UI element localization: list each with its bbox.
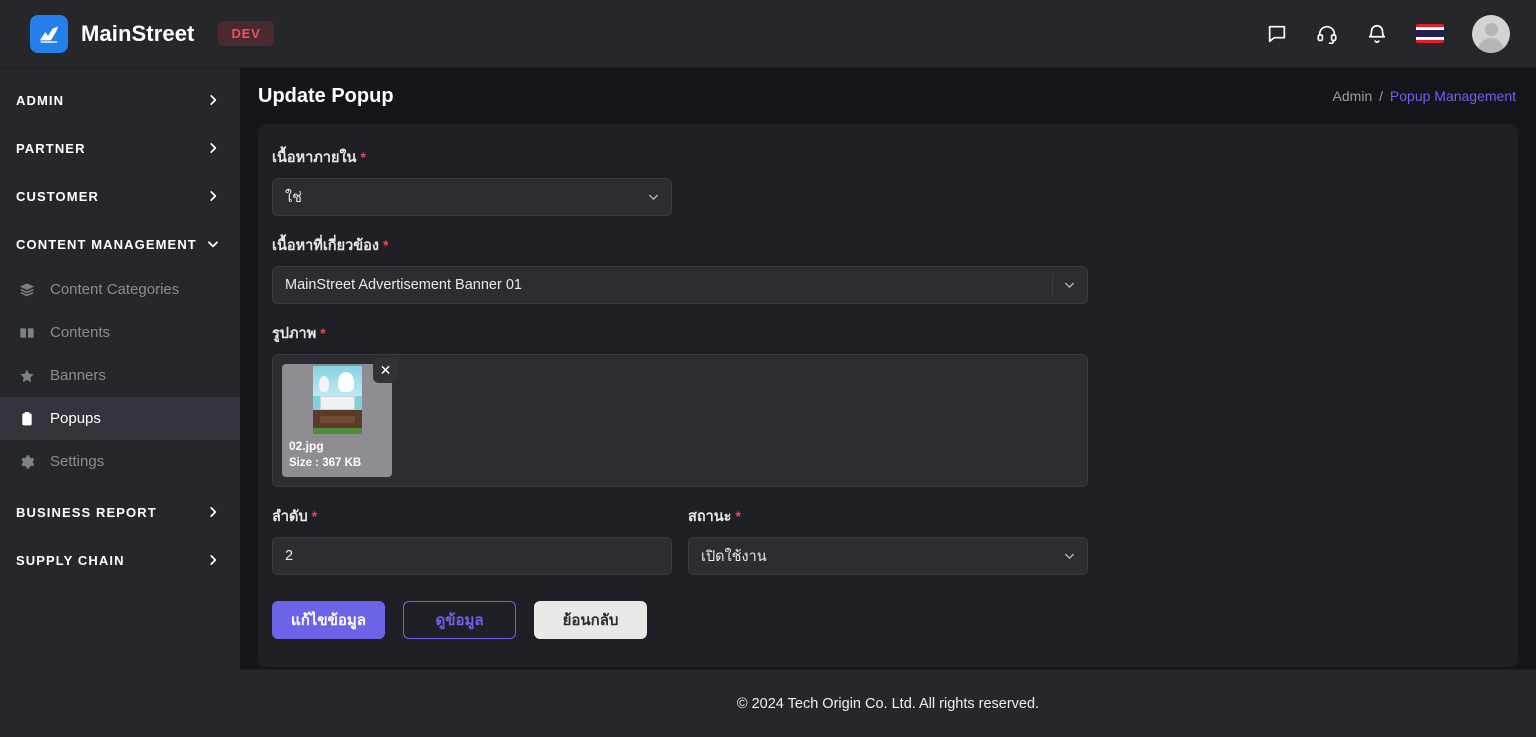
sidebar-item-popups[interactable]: Popups — [0, 397, 240, 440]
chevron-down-icon — [1063, 550, 1076, 563]
thai-flag-icon[interactable] — [1416, 24, 1444, 43]
label-image: รูปภาพ * — [272, 322, 1504, 345]
mainstreet-logo-icon — [30, 14, 68, 53]
related-content-value: MainStreet Advertisement Banner 01 — [285, 277, 522, 293]
chevron-down-icon — [647, 191, 660, 204]
sidebar-item-label: Popups — [50, 410, 101, 427]
clipboard-icon — [18, 411, 36, 427]
breadcrumb-separator: / — [1379, 88, 1384, 104]
sidebar-group-business-report[interactable]: BUSINESS REPORT — [0, 488, 240, 536]
sidebar-item-label: Banners — [50, 367, 106, 384]
page-header: Update Popup Admin / Popup Management — [240, 68, 1536, 124]
back-button[interactable]: ย้อนกลับ — [534, 601, 647, 639]
label-text: เนื้อหาที่เกี่ยวข้อง — [272, 238, 379, 254]
sidebar-item-content-categories[interactable]: Content Categories — [0, 268, 240, 311]
label-status: สถานะ * — [688, 505, 1088, 528]
label-related-content: เนื้อหาที่เกี่ยวข้อง * — [272, 234, 1504, 257]
breadcrumb-root: Admin — [1332, 88, 1373, 104]
top-bar-actions — [1266, 14, 1510, 53]
breadcrumb-current[interactable]: Popup Management — [1390, 88, 1516, 104]
chevron-right-icon — [206, 93, 220, 107]
sidebar-item-label: Content Categories — [50, 281, 180, 298]
top-navigation-bar: MainStreet DEV — [0, 0, 1536, 68]
uploaded-file-card[interactable]: 02.jpg Size : 367 KB ✕ — [282, 358, 398, 477]
notification-bell-icon[interactable] — [1366, 23, 1388, 45]
copyright-text: © 2024 Tech Origin Co. Ltd. All rights r… — [736, 695, 1040, 712]
star-icon — [18, 368, 36, 384]
status-select[interactable]: เปิดใช้งาน — [688, 537, 1088, 575]
label-internal-content: เนื้อหาภายใน * — [272, 146, 1504, 169]
label-text: สถานะ — [688, 509, 732, 525]
environment-badge: DEV — [218, 21, 274, 46]
related-content-select[interactable]: MainStreet Advertisement Banner 01 — [272, 266, 1088, 304]
required-marker: * — [311, 508, 318, 524]
chevron-right-icon — [206, 553, 220, 567]
sidebar-group-label: CUSTOMER — [16, 188, 99, 204]
chevron-down-icon — [1063, 279, 1076, 292]
remove-file-icon[interactable]: ✕ — [373, 358, 398, 383]
order-input[interactable]: 2 — [272, 537, 672, 575]
label-order: ลำดับ * — [272, 505, 672, 528]
image-dropzone[interactable]: 02.jpg Size : 367 KB ✕ — [272, 354, 1088, 487]
internal-content-value: ใช่ — [285, 189, 302, 206]
form-actions: แก้ไขข้อมูล ดูข้อมูล ย้อนกลับ — [272, 597, 1504, 639]
sidebar-group-label: PARTNER — [16, 140, 86, 156]
layers-icon — [18, 282, 36, 298]
sidebar-group-label: BUSINESS REPORT — [16, 504, 157, 520]
main-content-area: Update Popup Admin / Popup Management เน… — [240, 68, 1536, 737]
submit-button[interactable]: แก้ไขข้อมูล — [272, 601, 385, 639]
sidebar-group-partner[interactable]: PARTNER — [0, 124, 240, 172]
sidebar-group-customer[interactable]: CUSTOMER — [0, 172, 240, 220]
page-footer: © 2024 Tech Origin Co. Ltd. All rights r… — [240, 669, 1536, 737]
sidebar-group-label: ADMIN — [16, 92, 65, 108]
status-value: เปิดใช้งาน — [701, 548, 767, 565]
chevron-down-icon — [206, 237, 220, 251]
required-marker: * — [360, 149, 366, 165]
required-marker: * — [382, 237, 389, 253]
sidebar-item-banners[interactable]: Banners — [0, 354, 240, 397]
sidebar-item-label: Settings — [50, 453, 105, 470]
breadcrumb: Admin / Popup Management — [1333, 88, 1516, 104]
sidebar-group-admin[interactable]: ADMIN — [0, 76, 240, 124]
book-icon — [18, 325, 36, 341]
internal-content-select[interactable]: ใช่ — [272, 178, 672, 216]
page-title: Update Popup — [258, 84, 394, 107]
thumbnail-image — [312, 366, 362, 434]
chat-icon[interactable] — [1266, 23, 1288, 45]
field-image: รูปภาพ * 02.jpg Size : 367 KB ✕ — [272, 322, 1504, 487]
sidebar-item-label: Contents — [50, 324, 111, 341]
brand-name: MainStreet — [81, 20, 195, 46]
sidebar-group-supply-chain[interactable]: SUPPLY CHAIN — [0, 536, 240, 584]
brand-logo-group[interactable]: MainStreet — [30, 14, 195, 53]
select-divider — [1052, 273, 1053, 297]
required-marker: * — [735, 508, 741, 524]
label-text: ลำดับ — [272, 509, 308, 525]
sidebar-navigation: ADMIN PARTNER CUSTOMER CONTENT MANAGEMEN… — [0, 68, 240, 737]
chevron-right-icon — [206, 505, 220, 519]
sidebar-item-contents[interactable]: Contents — [0, 311, 240, 354]
label-text: เนื้อหาภายใน — [272, 150, 357, 166]
sidebar-group-label: CONTENT MANAGEMENT — [16, 236, 197, 252]
order-status-row: ลำดับ * 2 สถานะ * เปิดใช้งาน — [272, 505, 1504, 575]
sidebar-group-label: SUPPLY CHAIN — [16, 552, 125, 568]
form-card: เนื้อหาภายใน * ใช่ เนื้อหาที่เกี่ยวข้อง … — [258, 124, 1518, 667]
chevron-right-icon — [206, 189, 220, 203]
gear-icon — [18, 454, 36, 470]
headset-support-icon[interactable] — [1316, 23, 1338, 45]
field-internal-content: เนื้อหาภายใน * ใช่ — [272, 146, 1504, 216]
user-avatar[interactable] — [1472, 14, 1510, 53]
order-value: 2 — [285, 548, 294, 564]
field-order: ลำดับ * 2 — [272, 505, 672, 575]
file-size: Size : 367 KB — [289, 457, 362, 469]
field-related-content: เนื้อหาที่เกี่ยวข้อง * MainStreet Advert… — [272, 234, 1504, 304]
chevron-right-icon — [206, 141, 220, 155]
sidebar-item-settings[interactable]: Settings — [0, 440, 240, 483]
file-name: 02.jpg — [289, 439, 324, 453]
required-marker: * — [320, 325, 326, 341]
field-status: สถานะ * เปิดใช้งาน — [688, 505, 1088, 575]
sidebar-group-content-management[interactable]: CONTENT MANAGEMENT — [0, 220, 240, 268]
view-data-button[interactable]: ดูข้อมูล — [403, 601, 516, 639]
label-text: รูปภาพ — [272, 326, 317, 342]
